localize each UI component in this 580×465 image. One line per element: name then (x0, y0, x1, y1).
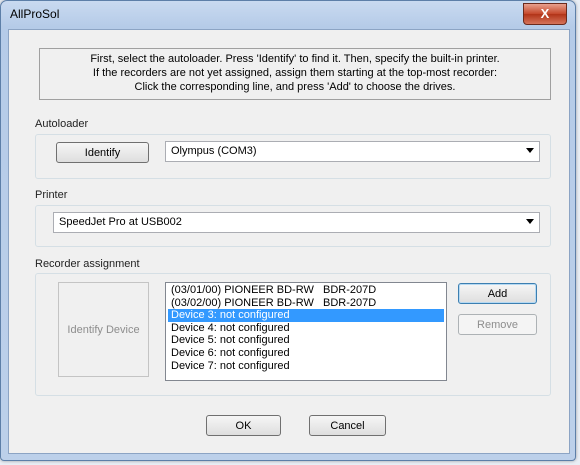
close-icon: X (540, 6, 550, 21)
close-button[interactable]: X (523, 3, 567, 25)
recorder-listbox[interactable]: (03/01/00) PIONEER BD-RW BDR-207D (03/02… (165, 282, 447, 381)
identify-button[interactable]: Identify (56, 142, 149, 163)
dropdown-arrow-icon (526, 219, 534, 224)
list-item[interactable]: Device 4: not configured (168, 322, 444, 335)
window-title: AllProSol (10, 7, 60, 21)
autoloader-group-label: Autoloader (35, 118, 89, 130)
autoloader-select-value: Olympus (COM3) (171, 145, 257, 157)
instruction-box: First, select the autoloader. Press 'Ide… (39, 48, 551, 100)
remove-button[interactable]: Remove (458, 314, 537, 335)
printer-select[interactable]: SpeedJet Pro at USB002 (53, 212, 540, 233)
recorder-group-label: Recorder assignment (35, 258, 140, 270)
list-item[interactable]: Device 5: not configured (168, 334, 444, 347)
printer-select-value: SpeedJet Pro at USB002 (59, 216, 182, 228)
list-item[interactable]: (03/01/00) PIONEER BD-RW BDR-207D (168, 284, 444, 297)
instruction-line-1: First, select the autoloader. Press 'Ide… (90, 53, 500, 65)
list-item[interactable]: Device 6: not configured (168, 347, 444, 360)
list-item[interactable]: (03/02/00) PIONEER BD-RW BDR-207D (168, 297, 444, 310)
list-item-selected[interactable]: Device 3: not configured (168, 309, 444, 322)
ok-button[interactable]: OK (206, 415, 281, 436)
add-button[interactable]: Add (458, 283, 537, 304)
list-item[interactable]: Device 7: not configured (168, 360, 444, 373)
identify-device-button[interactable]: Identify Device (58, 282, 149, 377)
printer-group-label: Printer (35, 189, 68, 201)
dialog-window: AllProSol X First, select the autoloader… (0, 0, 576, 461)
instruction-line-3: Click the corresponding line, and press … (134, 81, 456, 93)
cancel-button[interactable]: Cancel (309, 415, 386, 436)
instruction-line-2: If the recorders are not yet assigned, a… (92, 67, 498, 79)
autoloader-select[interactable]: Olympus (COM3) (165, 141, 540, 162)
dropdown-arrow-icon (526, 148, 534, 153)
